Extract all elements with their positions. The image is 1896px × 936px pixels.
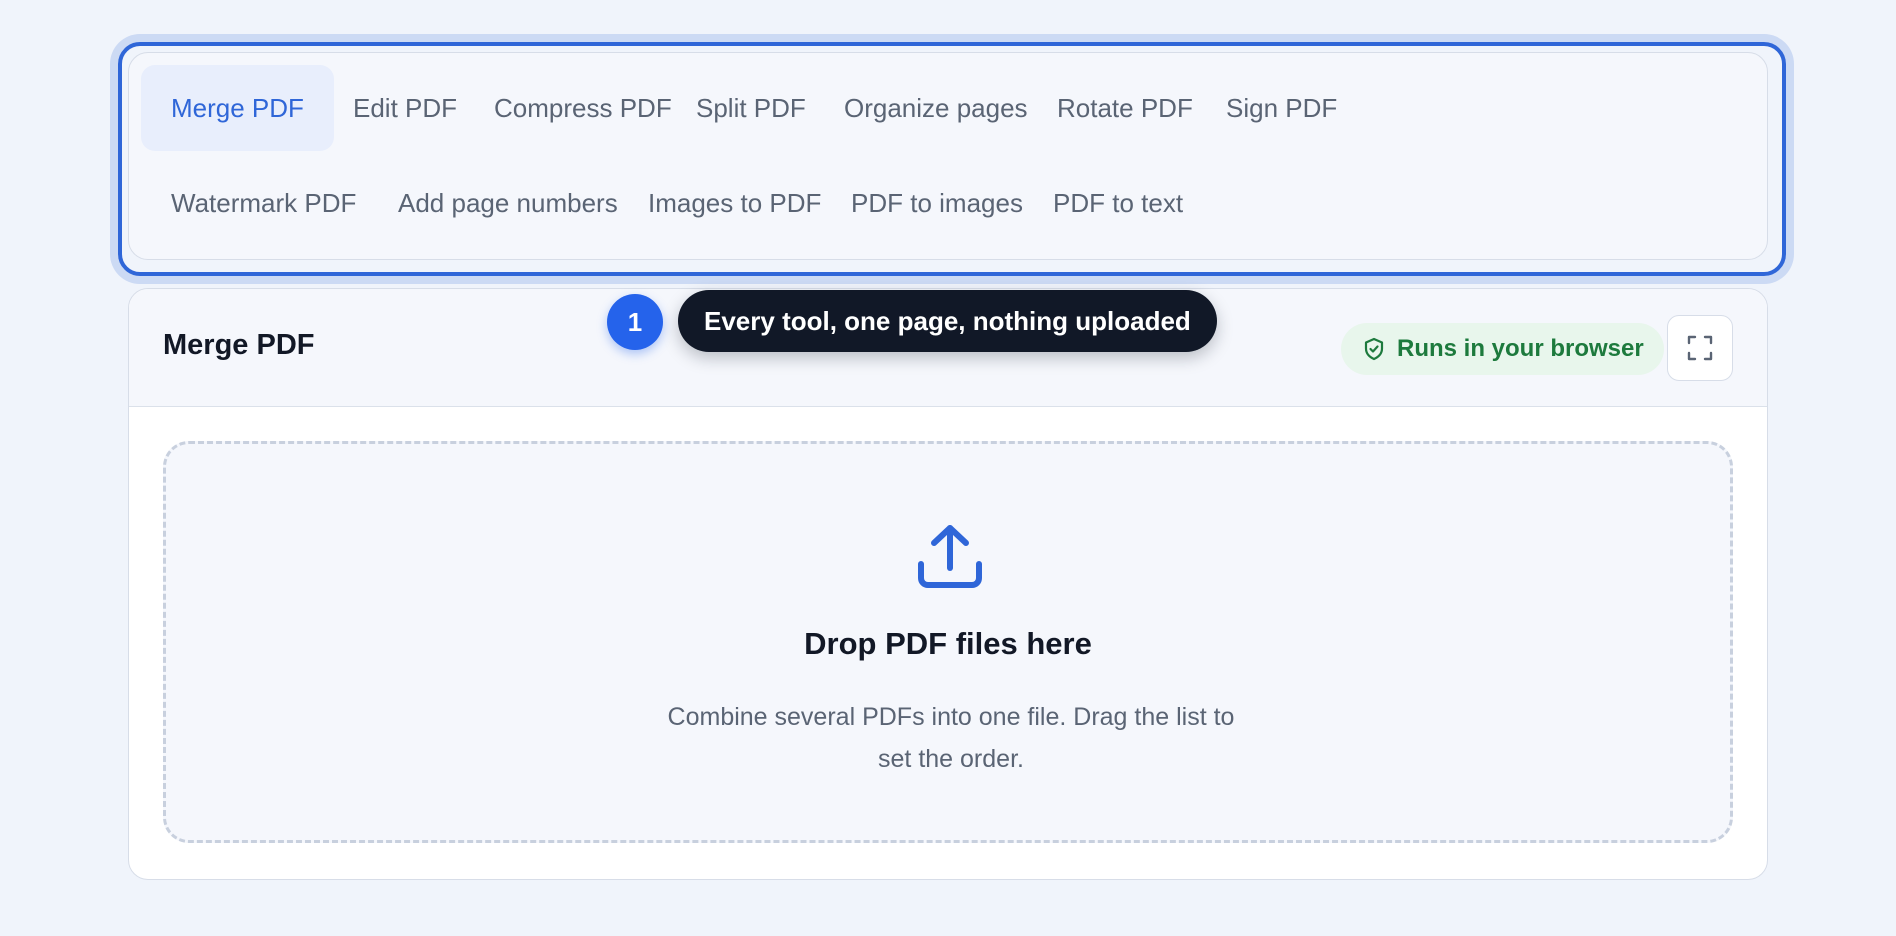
tab-pdf-to-images[interactable]: PDF to images (821, 160, 1053, 246)
tab-sign-pdf[interactable]: Sign PDF (1196, 65, 1367, 151)
dropzone-title: Drop PDF files here (804, 626, 1092, 661)
dropzone-description: Combine several PDFs into one file. Drag… (667, 703, 1235, 773)
pdf-dropzone[interactable]: Drop PDF files here Combine several PDFs… (163, 441, 1733, 843)
badge-label: Runs in your browser (1397, 335, 1644, 362)
tab-edit-pdf[interactable]: Edit PDF (323, 65, 487, 151)
shield-check-icon (1363, 337, 1385, 361)
tab-rotate-pdf[interactable]: Rotate PDF (1027, 65, 1223, 151)
tab-pdf-to-text[interactable]: PDF to text (1023, 160, 1213, 246)
tour-tooltip: Every tool, one page, nothing uploaded (678, 290, 1217, 352)
tab-add-page-numbers[interactable]: Add page numbers (368, 160, 648, 246)
expand-icon (1686, 334, 1714, 362)
tab-organize-pages[interactable]: Organize pages (814, 65, 1058, 151)
tool-panel: Merge PDF Runs in your browser Drop PDF … (128, 288, 1768, 880)
fullscreen-button[interactable] (1667, 315, 1733, 381)
tool-title: Merge PDF (163, 329, 315, 361)
upload-icon (914, 520, 986, 597)
runs-in-browser-badge: Runs in your browser (1341, 323, 1664, 375)
tab-split-pdf[interactable]: Split PDF (666, 65, 836, 151)
tab-merge-pdf[interactable]: Merge PDF (141, 65, 334, 151)
tab-images-to-pdf[interactable]: Images to PDF (618, 160, 851, 246)
tools-nav: Merge PDF Edit PDF Compress PDF Split PD… (128, 52, 1768, 260)
tour-step-badge: 1 (607, 294, 663, 350)
page: Merge PDF Edit PDF Compress PDF Split PD… (0, 0, 1896, 936)
tab-watermark-pdf[interactable]: Watermark PDF (141, 160, 386, 246)
